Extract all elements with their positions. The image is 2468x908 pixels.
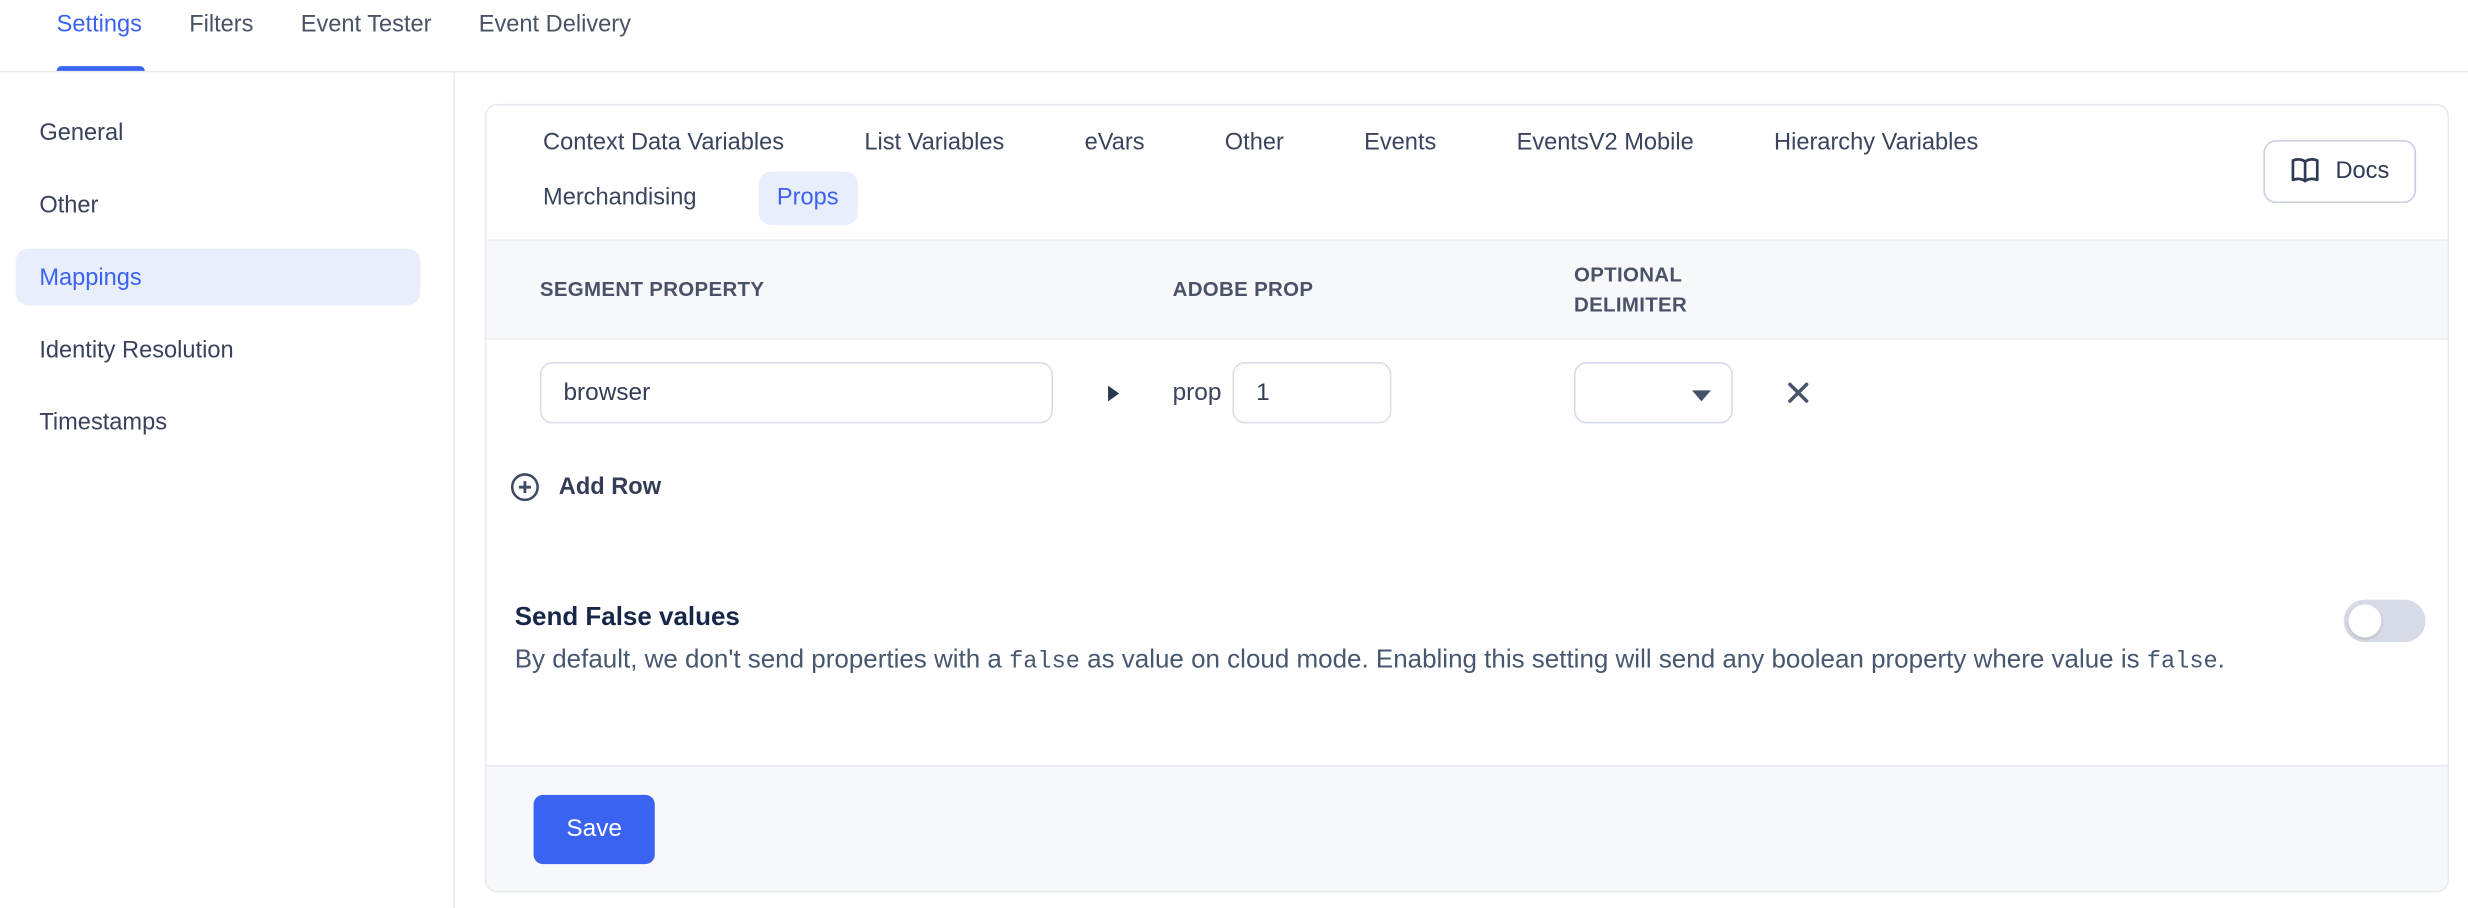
tab-props[interactable]: Props [758, 172, 857, 226]
chevron-down-icon [1692, 390, 1711, 401]
tab-hierarchy-variables[interactable]: Hierarchy Variables [1755, 116, 1997, 170]
tab-event-tester[interactable]: Event Tester [301, 0, 432, 71]
send-false-title: Send False values [515, 603, 2259, 633]
false-code-2: false [2147, 648, 2218, 675]
variable-tabs-row: Context Data Variables List Variables eV… [486, 105, 2447, 239]
toggle-knob [2348, 604, 2381, 637]
tab-context-data-variables[interactable]: Context Data Variables [524, 116, 803, 170]
sidebar-item-other[interactable]: Other [16, 176, 421, 233]
settings-sidebar: General Other Mappings Identity Resoluti… [0, 72, 455, 908]
tab-filters[interactable]: Filters [189, 0, 253, 71]
mapping-row: prop [486, 340, 2447, 423]
tab-event-delivery[interactable]: Event Delivery [479, 0, 631, 71]
top-nav: Settings Filters Event Tester Event Deli… [0, 0, 2468, 72]
variable-tabs: Context Data Variables List Variables eV… [524, 116, 1997, 225]
add-row-label: Add Row [559, 474, 661, 501]
docs-button[interactable]: Docs [2263, 139, 2416, 202]
docs-button-label: Docs [2335, 157, 2389, 184]
tab-merchandising[interactable]: Merchandising [524, 172, 715, 226]
arrow-right-icon [1107, 385, 1118, 401]
column-header-optional-delimiter: OPTIONAL DELIMITER [1574, 259, 1719, 320]
sidebar-item-identity-resolution[interactable]: Identity Resolution [16, 321, 421, 378]
main-area: Context Data Variables List Variables eV… [455, 72, 2468, 908]
variable-tabs-line-1: Context Data Variables List Variables eV… [524, 116, 1997, 170]
card-footer: Save [486, 765, 2447, 891]
desc-text-2: as value on cloud mode. Enabling this se… [1080, 645, 2147, 673]
false-code-1: false [1009, 648, 1080, 675]
delimiter-select[interactable] [1574, 362, 1733, 423]
sidebar-item-mappings[interactable]: Mappings [16, 249, 421, 306]
column-header-adobe-prop: ADOBE PROP [1173, 274, 1574, 305]
add-row-button[interactable]: Add Row [510, 472, 2448, 502]
tab-events[interactable]: Events [1345, 116, 1455, 170]
send-false-section: Send False values By default, we don't s… [486, 603, 2447, 682]
plus-circle-icon [510, 472, 540, 502]
column-header-segment-property: SEGMENT PROPERTY [540, 274, 1053, 305]
send-false-description: By default, we don't send properties wit… [515, 641, 2259, 682]
mapping-table-header: SEGMENT PROPERTY ADOBE PROP OPTIONAL DEL… [486, 239, 2447, 340]
sidebar-item-timestamps[interactable]: Timestamps [16, 393, 421, 450]
close-icon [1785, 379, 1812, 406]
desc-text-3: . [2218, 645, 2225, 673]
delimiter-cell [1574, 362, 2416, 423]
mappings-card: Context Data Variables List Variables eV… [485, 104, 2449, 893]
prop-prefix-label: prop [1173, 379, 1222, 407]
segment-property-input[interactable] [540, 362, 1053, 423]
sidebar-item-general[interactable]: General [16, 104, 421, 161]
send-false-toggle[interactable] [2344, 600, 2426, 642]
tab-list-variables[interactable]: List Variables [845, 116, 1023, 170]
remove-row-button[interactable] [1785, 379, 1812, 406]
save-button[interactable]: Save [534, 794, 655, 863]
mapping-arrow-cell [1053, 385, 1173, 401]
content-layout: General Other Mappings Identity Resoluti… [0, 72, 2468, 908]
tab-settings[interactable]: Settings [57, 0, 142, 71]
prop-number-input[interactable] [1232, 362, 1391, 423]
adobe-prop-cell: prop [1173, 362, 1574, 423]
desc-text-1: By default, we don't send properties wit… [515, 645, 1009, 673]
tab-evars[interactable]: eVars [1066, 116, 1164, 170]
send-false-text: Send False values By default, we don't s… [515, 603, 2259, 682]
page: Settings Filters Event Tester Event Deli… [0, 0, 2468, 908]
variable-tabs-line-2: Merchandising Props [524, 172, 1997, 226]
tab-other-variables[interactable]: Other [1206, 116, 1303, 170]
tab-eventsv2-mobile[interactable]: EventsV2 Mobile [1498, 116, 1713, 170]
book-icon [2290, 157, 2320, 184]
